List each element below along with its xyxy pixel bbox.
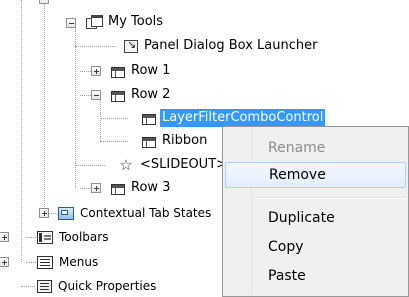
tree-node-row2[interactable]: Row 2	[111, 85, 172, 105]
tree-node-label: Row 3	[131, 180, 171, 195]
menu-item-label: Duplicate	[268, 210, 335, 226]
quick-properties-icon	[37, 279, 52, 293]
contextual-tab-icon	[58, 206, 74, 220]
tree-line	[100, 118, 128, 119]
toolbar-icon	[37, 230, 53, 244]
tree-node-row1[interactable]: Row 1	[111, 61, 172, 81]
tree-node-label: My Tools	[108, 14, 164, 29]
tree-node-ribbon[interactable]: Ribbon	[142, 131, 209, 151]
expand-toggle-menus[interactable]	[0, 257, 9, 267]
tree-node-label-selected: LayerFilterComboControl	[160, 109, 326, 127]
tree-node-my-tools[interactable]: My Tools	[86, 12, 165, 32]
tree-node-label: Ribbon	[162, 133, 208, 148]
menu-item-paste[interactable]: Paste	[225, 263, 406, 289]
tree-node-label: Panel Dialog Box Launcher	[144, 38, 318, 53]
tree-node-label: Quick Properties	[58, 279, 157, 293]
tree-node-menus[interactable]: Menus	[37, 252, 100, 272]
tree-node-row3[interactable]: Row 3	[111, 178, 172, 198]
tree-line	[21, 286, 35, 287]
tree-line	[75, 46, 115, 47]
tree-line	[100, 99, 101, 141]
tree-node-label: Row 2	[131, 87, 171, 102]
tree-node-contextual-tab-states[interactable]: Contextual Tab States	[58, 203, 213, 223]
collapse-toggle-row2[interactable]	[91, 90, 101, 100]
menu-separator	[253, 197, 406, 199]
tree-line	[44, 0, 45, 213]
menu-item-copy[interactable]: Copy	[225, 234, 406, 260]
tree-node-label: Row 1	[131, 63, 171, 78]
tree-node-layer-filter-combo-control[interactable]: LayerFilterComboControl	[142, 108, 326, 128]
tree-line	[100, 141, 128, 142]
expand-toggle-contextual-tab-states[interactable]	[39, 208, 49, 218]
tree-line	[26, 237, 36, 238]
tree-node-slideout[interactable]: ☆ <SLIDEOUT>	[118, 155, 229, 175]
panel-control-icon	[142, 113, 156, 125]
tree-node-label: Contextual Tab States	[80, 206, 212, 220]
panel-control-icon	[142, 136, 156, 148]
context-menu: Rename Remove Duplicate Copy Paste	[222, 126, 409, 297]
panel-row-icon	[111, 183, 125, 195]
tree-line	[21, 0, 22, 262]
launcher-icon	[124, 38, 138, 53]
panel-row-icon	[111, 66, 125, 78]
expand-toggle-toolbars[interactable]	[0, 232, 9, 242]
menu-item-label: Rename	[268, 140, 326, 156]
tree-line	[75, 165, 105, 166]
expand-toggle-row3[interactable]	[91, 183, 101, 193]
tree-node-toolbars[interactable]: Toolbars	[37, 227, 110, 247]
menu-item-duplicate[interactable]: Duplicate	[225, 205, 406, 231]
menu-item-label: Paste	[268, 268, 306, 284]
tree-node-label: Toolbars	[59, 230, 109, 244]
tree-node-label: Menus	[59, 255, 99, 269]
collapse-toggle-my-tools[interactable]	[66, 18, 76, 28]
menu-item-label: Copy	[268, 239, 304, 255]
menu-icon	[37, 255, 53, 269]
collapse-toggle[interactable]	[39, 0, 49, 4]
menu-item-rename[interactable]: Rename	[225, 135, 406, 161]
tree-line	[48, 213, 58, 214]
menu-item-label: Remove	[269, 167, 326, 183]
tree-node-panel-dialog-box-launcher[interactable]: Panel Dialog Box Launcher	[124, 36, 319, 56]
panel-row-icon	[111, 90, 125, 102]
tree-line	[75, 24, 76, 188]
tree-node-label: <SLIDEOUT>	[140, 157, 228, 172]
menu-item-remove[interactable]: Remove	[225, 162, 406, 188]
tree-node-quick-properties[interactable]: Quick Properties	[37, 276, 158, 296]
tab-icon	[86, 14, 103, 30]
star-icon: ☆	[119, 156, 133, 174]
tree-line	[26, 262, 36, 263]
expand-toggle-row1[interactable]	[91, 66, 101, 76]
